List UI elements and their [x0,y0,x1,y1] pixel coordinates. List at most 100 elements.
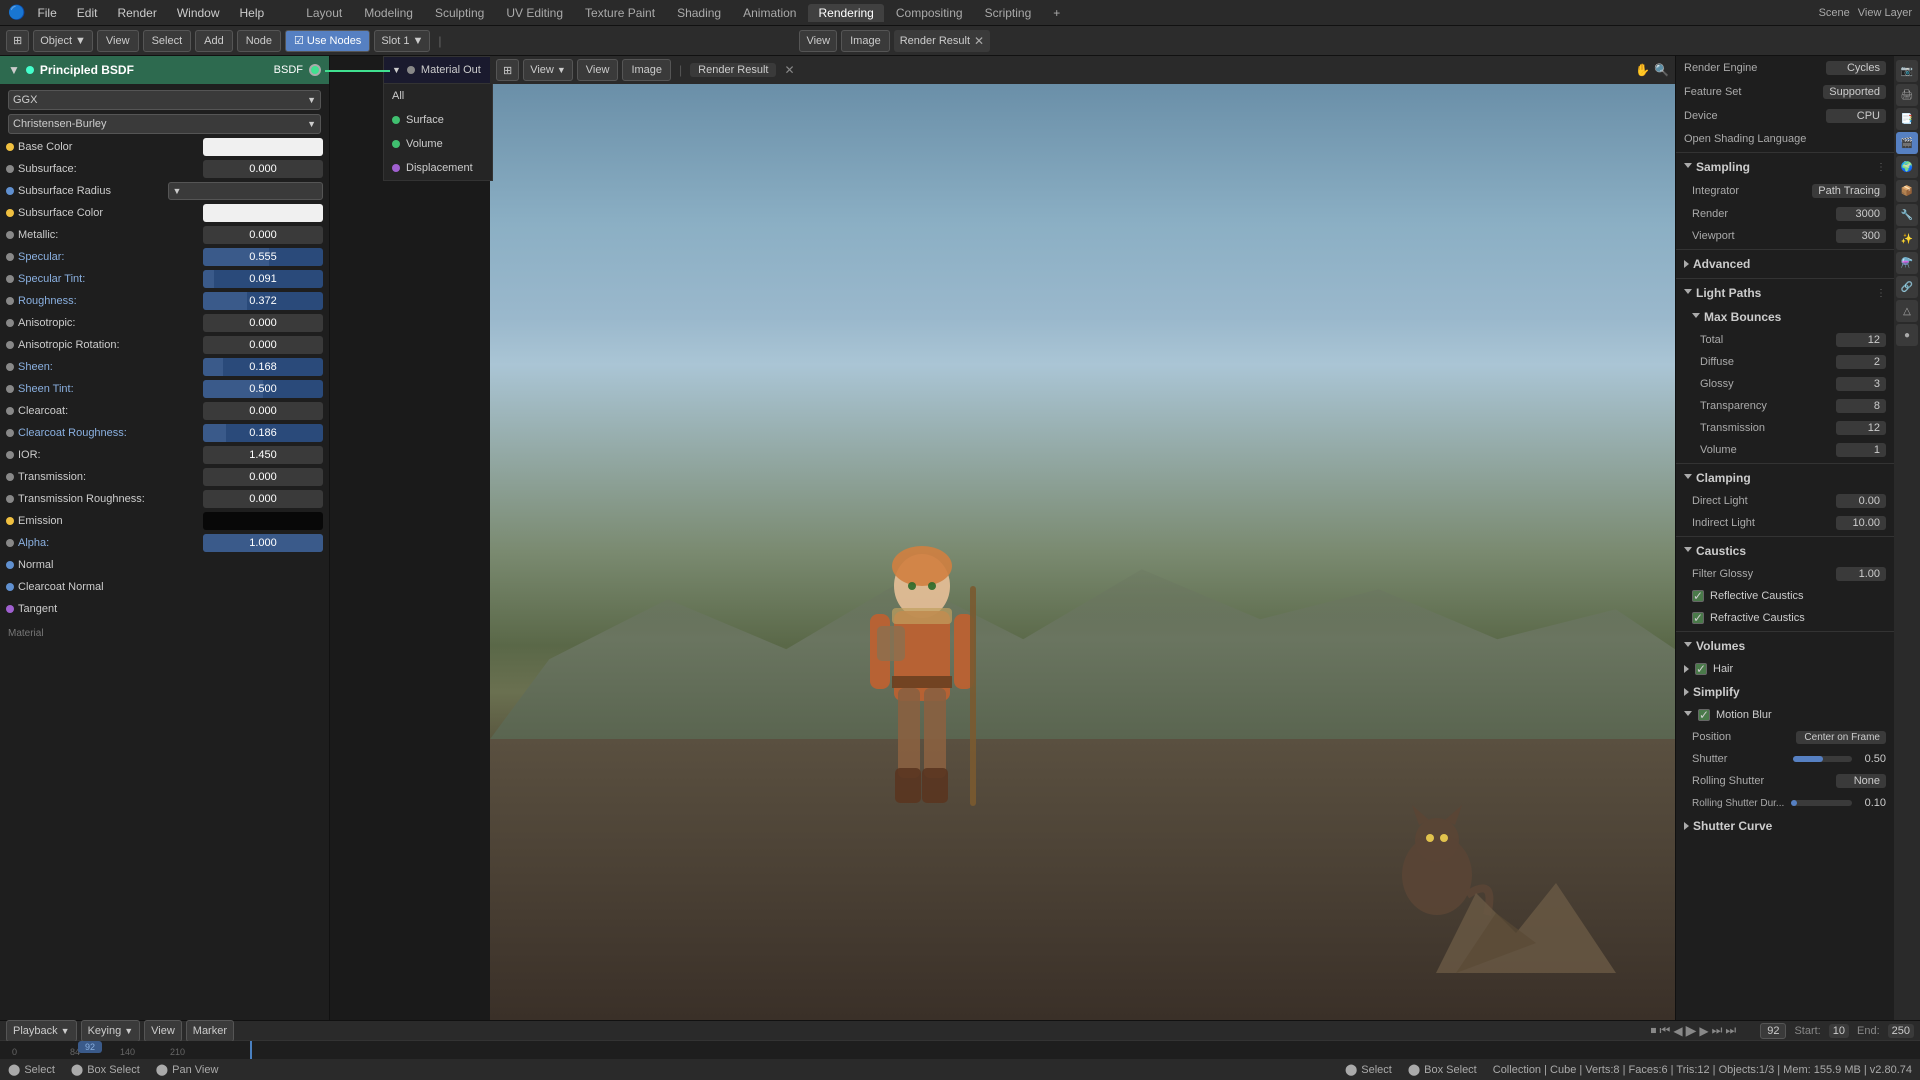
sheen-tint-field[interactable]: 0.500 [203,380,323,398]
roughness-field[interactable]: 0.372 [203,292,323,310]
motion-blur-checkbox[interactable]: ✓ [1698,709,1710,721]
marker-dropdown[interactable]: Marker [186,1020,234,1042]
hand-icon[interactable]: ✋ [1635,63,1650,77]
menu-help[interactable]: Help [232,4,273,22]
timeline-ruler[interactable]: 0 84 140 210 92 [0,1041,1920,1059]
tab-uv-editing[interactable]: UV Editing [496,4,573,22]
anisotropic-field[interactable]: 0.000 [203,314,323,332]
transmission-field[interactable]: 0.000 [203,468,323,486]
material-icon[interactable]: ● [1896,324,1918,346]
viewport-view-btn[interactable]: View ▼ [523,59,573,81]
viewport-samples-value[interactable]: 300 [1836,229,1886,243]
tab-layout[interactable]: Layout [296,4,352,22]
rolling-shutter-dur-track[interactable] [1791,800,1852,806]
bsdf-collapse-icon[interactable]: ▼ [8,63,20,77]
tab-compositing[interactable]: Compositing [886,4,973,22]
menu-render[interactable]: Render [109,4,164,22]
clearcoat-roughness-field[interactable]: 0.186 [203,424,323,442]
simplify-section[interactable]: Simplify [1676,680,1894,704]
next-frame-icon[interactable]: ▶ [1699,1024,1708,1038]
specular-tint-field[interactable]: 0.091 [203,270,323,288]
sheen-field[interactable]: 0.168 [203,358,323,376]
filter-glossy-value[interactable]: 1.00 [1836,567,1886,581]
metallic-field[interactable]: 0.000 [203,226,323,244]
playback-dropdown[interactable]: Playback ▼ [6,1020,77,1042]
menu-edit[interactable]: Edit [69,4,106,22]
view-dropdown[interactable]: View [144,1020,182,1042]
position-value[interactable]: Center on Frame [1796,731,1886,744]
refractive-caustics-checkbox[interactable]: ✓ [1692,612,1704,624]
menu-file[interactable]: File [29,4,64,22]
transparency-value[interactable]: 8 [1836,399,1886,413]
glossy-value[interactable]: 3 [1836,377,1886,391]
alpha-field[interactable]: 1.000 [203,534,323,552]
modifier-icon[interactable]: 🔧 [1896,204,1918,226]
zoom-icon[interactable]: 🔍 [1654,63,1669,77]
tab-add[interactable]: + [1043,4,1070,22]
prev-frame-icon[interactable]: ◀ [1673,1024,1682,1038]
select-btn[interactable]: Select [143,30,192,52]
current-frame[interactable]: 92 [1760,1023,1786,1039]
volume-bounces-value[interactable]: 1 [1836,443,1886,457]
specular-field[interactable]: 0.555 [203,248,323,266]
material-out-collapse[interactable]: ▼ [392,65,401,75]
indirect-light-value[interactable]: 10.00 [1836,516,1886,530]
keying-dropdown[interactable]: Keying ▼ [81,1020,141,1042]
ior-field[interactable]: 1.450 [203,446,323,464]
shutter-slider-track[interactable] [1793,756,1852,762]
volumes-section[interactable]: Volumes [1676,634,1894,658]
end-frame[interactable]: 250 [1888,1024,1914,1038]
max-bounces-header[interactable]: Max Bounces [1684,305,1894,329]
tab-scripting[interactable]: Scripting [975,4,1042,22]
render-icon[interactable]: 📷 [1896,60,1918,82]
object-dropdown[interactable]: Object ▼ [33,30,93,52]
mat-out-all[interactable]: All [384,84,492,108]
advanced-section[interactable]: Advanced [1676,252,1894,276]
start-frame[interactable]: 10 [1829,1024,1849,1038]
sampling-section[interactable]: Sampling ⋮ [1676,155,1894,179]
caustics-section[interactable]: Caustics [1676,539,1894,563]
view-btn[interactable]: View [97,30,139,52]
subsurface-color-swatch[interactable] [203,204,323,222]
rolling-shutter-value[interactable]: None [1836,774,1886,788]
particle-icon[interactable]: ✨ [1896,228,1918,250]
distribution-dropdown[interactable]: GGX ▼ [8,90,321,110]
tab-modeling[interactable]: Modeling [354,4,423,22]
mat-out-surface[interactable]: Surface [384,108,492,132]
menu-window[interactable]: Window [169,4,228,22]
device-value[interactable]: CPU [1826,109,1886,123]
render-engine-value[interactable]: Cycles [1826,61,1886,75]
object-icon[interactable]: 📦 [1896,180,1918,202]
base-color-swatch[interactable] [203,138,323,156]
view-label-btn[interactable]: View [577,59,619,81]
output-icon[interactable]: 🖨 [1896,84,1918,106]
anisotropic-rotation-field[interactable]: 0.000 [203,336,323,354]
transmission-rp-value[interactable]: 12 [1836,421,1886,435]
constraint-icon[interactable]: 🔗 [1896,276,1918,298]
play-pause-icon[interactable]: ▶ [1686,1022,1697,1039]
add-btn[interactable]: Add [195,30,233,52]
world-icon[interactable]: 🌍 [1896,156,1918,178]
object-data-icon[interactable]: △ [1896,300,1918,322]
feature-set-value[interactable]: Supported [1823,85,1886,99]
light-paths-section[interactable]: Light Paths ⋮ [1676,281,1894,305]
light-paths-options-icon[interactable]: ⋮ [1876,288,1886,299]
direct-light-value[interactable]: 0.00 [1836,494,1886,508]
render-samples-value[interactable]: 3000 [1836,207,1886,221]
tab-shading[interactable]: Shading [667,4,731,22]
hair-checkbox[interactable]: ✓ [1695,663,1707,675]
tab-animation[interactable]: Animation [733,4,806,22]
image-btn[interactable]: Image [841,30,890,52]
subsurface-field[interactable]: 0.000 [203,160,323,178]
tab-sculpting[interactable]: Sculpting [425,4,494,22]
reflective-caustics-checkbox[interactable]: ✓ [1692,590,1704,602]
tab-texture-paint[interactable]: Texture Paint [575,4,665,22]
render-result-x[interactable]: ✕ [974,34,984,48]
close-render-icon[interactable]: ✕ [784,63,794,77]
transmission-roughness-field[interactable]: 0.000 [203,490,323,508]
emission-swatch[interactable] [203,512,323,530]
view-layer-icon[interactable]: 📑 [1896,108,1918,130]
last-frame-icon[interactable]: ⏭ [1725,1023,1736,1038]
clearcoat-field[interactable]: 0.000 [203,402,323,420]
mat-out-volume[interactable]: Volume [384,132,492,156]
